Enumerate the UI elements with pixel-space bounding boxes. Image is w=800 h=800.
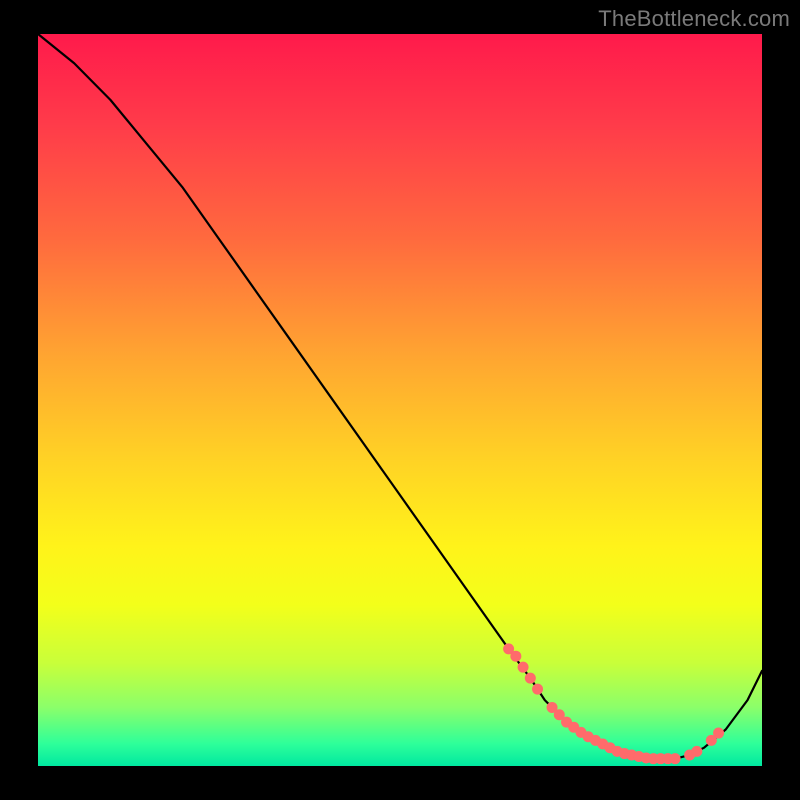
highlight-dot [518, 662, 529, 673]
highlight-dot [532, 684, 543, 695]
highlight-dot [691, 746, 702, 757]
highlight-dot [670, 753, 681, 764]
highlight-dots [503, 643, 724, 764]
curve-svg [38, 34, 762, 766]
highlight-dot [525, 673, 536, 684]
bottleneck-curve-line [38, 34, 762, 759]
plot-area [38, 34, 762, 766]
chart-frame: TheBottleneck.com [0, 0, 800, 800]
watermark-text: TheBottleneck.com [598, 6, 790, 32]
highlight-dot [510, 651, 521, 662]
highlight-dot [713, 728, 724, 739]
